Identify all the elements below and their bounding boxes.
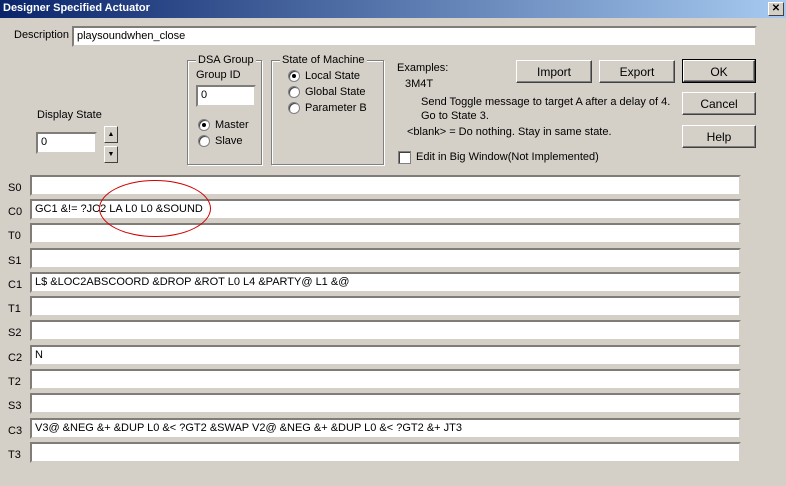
examples-line1: Send Toggle message to target A after a … bbox=[421, 96, 671, 108]
row-field[interactable]: N bbox=[30, 345, 741, 366]
export-button[interactable]: Export bbox=[599, 60, 675, 83]
big-window-checkbox[interactable] bbox=[398, 151, 411, 164]
slave-radio[interactable]: Slave bbox=[198, 135, 243, 147]
row-label: S3 bbox=[8, 400, 22, 412]
state-of-machine-box: State of Machine Local State Global Stat… bbox=[271, 54, 384, 165]
state-of-machine-title: State of Machine bbox=[280, 54, 367, 66]
row-field[interactable] bbox=[30, 248, 741, 269]
row-label: S0 bbox=[8, 182, 22, 194]
display-state-field[interactable]: 0 bbox=[36, 132, 97, 154]
close-icon[interactable]: ✕ bbox=[768, 2, 784, 16]
spin-up-icon[interactable]: ▲ bbox=[104, 126, 118, 143]
examples-code: 3M4T bbox=[405, 78, 434, 90]
row-field[interactable] bbox=[30, 369, 741, 390]
row-field[interactable]: V3@ &NEG &+ &DUP L0 &< ?GT2 &SWAP V2@ &N… bbox=[30, 418, 741, 439]
slave-label: Slave bbox=[215, 135, 243, 147]
radio-unselected-icon bbox=[288, 102, 300, 114]
examples-blank: <blank> = Do nothing. Stay in same state… bbox=[407, 126, 612, 138]
global-state-radio[interactable]: Global State bbox=[288, 86, 366, 98]
radio-unselected-icon bbox=[288, 86, 300, 98]
window-title: Designer Specified Actuator bbox=[3, 2, 150, 14]
radio-selected-icon bbox=[198, 119, 210, 131]
help-button[interactable]: Help bbox=[682, 125, 756, 148]
examples-line2: Go to State 3. bbox=[421, 110, 489, 122]
highlight-ellipse bbox=[99, 180, 211, 237]
local-state-label: Local State bbox=[305, 70, 361, 82]
row-field[interactable] bbox=[30, 320, 741, 341]
group-id-field[interactable]: 0 bbox=[196, 85, 256, 107]
row-label: T3 bbox=[8, 449, 21, 461]
description-label: Description bbox=[14, 29, 70, 41]
row-label: C1 bbox=[8, 279, 23, 291]
display-state-label: Display State bbox=[37, 109, 102, 121]
row-label: T1 bbox=[8, 303, 21, 315]
row-field[interactable]: L$ &LOC2ABSCOORD &DROP &ROT L0 L4 &PARTY… bbox=[30, 272, 741, 293]
row-field[interactable] bbox=[30, 442, 741, 463]
group-id-label: Group ID bbox=[196, 69, 241, 81]
cancel-button[interactable]: Cancel bbox=[682, 92, 756, 115]
row-field[interactable] bbox=[30, 296, 741, 317]
spin-down-icon[interactable]: ▼ bbox=[104, 146, 118, 163]
row-label: T2 bbox=[8, 376, 21, 388]
row-field[interactable] bbox=[30, 393, 741, 414]
row-label: S1 bbox=[8, 255, 22, 267]
ok-button[interactable]: OK bbox=[682, 59, 756, 83]
parameter-b-label: Parameter B bbox=[305, 102, 367, 114]
dsa-group-box: DSA Group Group ID 0 Master Slave bbox=[187, 54, 262, 165]
radio-selected-icon bbox=[288, 70, 300, 82]
master-radio[interactable]: Master bbox=[198, 119, 249, 131]
description-field[interactable]: playsoundwhen_close bbox=[72, 26, 757, 47]
master-label: Master bbox=[215, 119, 249, 131]
radio-unselected-icon bbox=[198, 135, 210, 147]
import-button[interactable]: Import bbox=[516, 60, 592, 83]
local-state-radio[interactable]: Local State bbox=[288, 70, 360, 82]
dsa-group-title: DSA Group bbox=[196, 54, 256, 66]
global-state-label: Global State bbox=[305, 86, 366, 98]
big-window-label: Edit in Big Window(Not Implemented) bbox=[416, 151, 599, 163]
parameter-b-radio[interactable]: Parameter B bbox=[288, 102, 367, 114]
row-label: C2 bbox=[8, 352, 23, 364]
row-label: S2 bbox=[8, 327, 22, 339]
examples-heading: Examples: bbox=[397, 62, 449, 74]
row-label: C0 bbox=[8, 206, 23, 218]
title-bar: Designer Specified Actuator ✕ bbox=[0, 0, 786, 18]
row-label: T0 bbox=[8, 230, 21, 242]
row-label: C3 bbox=[8, 425, 23, 437]
